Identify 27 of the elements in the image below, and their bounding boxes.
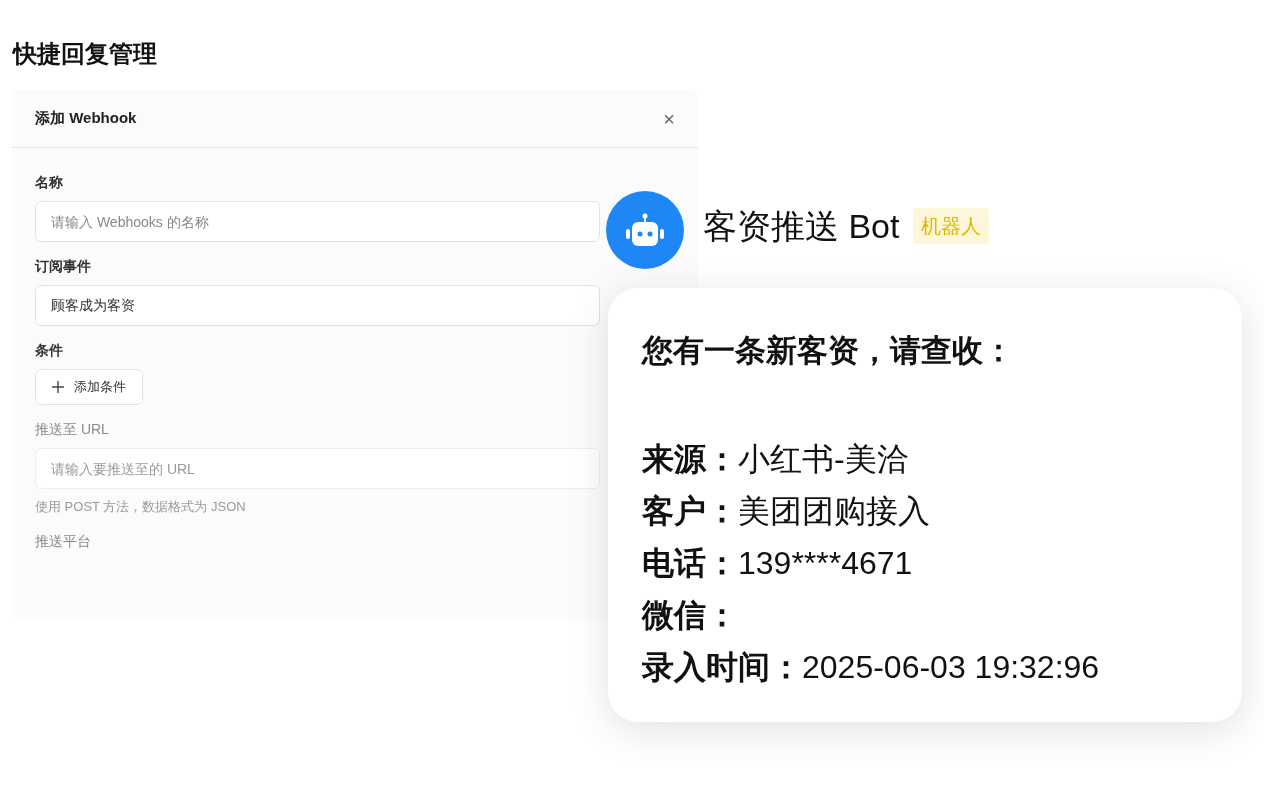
field-value: 2025-06-03 19:32:96 bbox=[802, 647, 1100, 687]
bot-name: 客资推送 Bot bbox=[703, 209, 900, 243]
page-title: 快捷回复管理 bbox=[13, 39, 157, 69]
field-label: 订阅事件 bbox=[35, 257, 91, 276]
field-label: 推送平台 bbox=[35, 531, 91, 551]
field-value: 美团团购接入 bbox=[738, 491, 930, 531]
hint-text: 使用 POST 方法，数据格式为 JSON bbox=[35, 498, 246, 516]
field-label: 来源： bbox=[642, 439, 738, 479]
robot-icon bbox=[625, 213, 665, 247]
input-field[interactable]: 顾客成为客资 bbox=[35, 285, 600, 326]
field-label: 录入时间： bbox=[642, 647, 802, 687]
field-label: 电话： bbox=[642, 543, 738, 583]
field-value: 139****4671 bbox=[738, 543, 913, 583]
bot-badge: 机器人 bbox=[913, 208, 990, 244]
field-label: 条件 bbox=[35, 341, 63, 360]
dialog-title: 添加 Webhook bbox=[35, 108, 137, 129]
add-condition-button[interactable]: 添加条件 bbox=[35, 369, 143, 405]
message-heading: 您有一条新客资，请查收： bbox=[642, 332, 1015, 370]
field-label: 微信： bbox=[642, 595, 738, 635]
field-value: 小红书-美洽 bbox=[738, 439, 909, 479]
plus-icon bbox=[52, 381, 64, 393]
field-label: 推送至 URL bbox=[35, 420, 109, 439]
input-field[interactable]: 请输入要推送至的 URL bbox=[35, 448, 600, 489]
field-label: 名称 bbox=[35, 173, 63, 192]
input-field[interactable]: 请输入 Webhooks 的名称 bbox=[35, 201, 600, 242]
close-button[interactable]: × bbox=[663, 108, 675, 129]
field-label: 客户： bbox=[642, 491, 738, 531]
